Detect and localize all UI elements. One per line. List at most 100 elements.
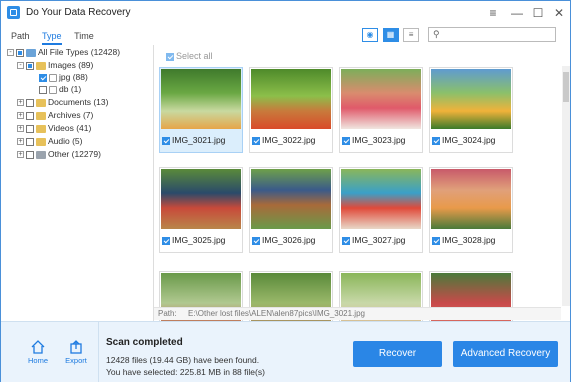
found-count: 12428 files (19.44 GB) have been found. [106, 355, 260, 365]
title-bar: Do Your Data Recovery ≡ — ☐ ✕ [1, 1, 570, 27]
search-input[interactable] [445, 29, 553, 40]
path-value: E:\Other lost files\ALEN\alen87pics\IMG_… [188, 309, 365, 318]
checkbox[interactable] [162, 236, 170, 245]
app-title: Do Your Data Recovery [26, 7, 131, 18]
photo-thumbnail [431, 69, 511, 129]
scrollbar-thumb[interactable] [563, 72, 569, 102]
expand-icon[interactable]: + [17, 112, 24, 120]
thumbnail-item[interactable]: IMG_3026.jpg [249, 167, 333, 253]
photo-thumbnail [251, 169, 331, 229]
tree-item-label: Images (89) [48, 60, 94, 70]
tree-item-label: Videos (41) [48, 123, 92, 133]
checkbox[interactable] [26, 98, 34, 107]
tree-item-label: db (1) [59, 84, 82, 94]
menu-icon[interactable]: ≡ [484, 5, 502, 21]
tree-item-db[interactable]: db (1) [39, 84, 81, 96]
list-view-icon[interactable]: ≡ [403, 28, 420, 42]
computer-icon [26, 48, 36, 57]
thumbnail-item[interactable]: IMG_3024.jpg [429, 67, 513, 153]
tree-item-all[interactable]: - All File Types (12428) [7, 47, 120, 59]
checkbox[interactable] [39, 73, 47, 82]
file-name: IMG_3022.jpg [262, 135, 316, 145]
thumbnail-item[interactable]: IMG_3028.jpg [429, 167, 513, 253]
search-box[interactable]: ⚲ [428, 27, 556, 42]
expand-icon[interactable]: + [17, 125, 24, 133]
folder-icon [36, 150, 46, 159]
thumbnail-caption: IMG_3021.jpg [162, 135, 225, 145]
checkbox[interactable] [39, 85, 47, 94]
tab-time[interactable]: Time [74, 31, 94, 43]
collapse-icon[interactable]: - [17, 62, 24, 70]
checkbox[interactable] [26, 61, 34, 70]
tab-type[interactable]: Type [42, 31, 62, 45]
view-tabs: Path Type Time [11, 31, 104, 45]
checkbox[interactable] [26, 111, 34, 120]
export-button[interactable]: Export [61, 340, 91, 365]
checkbox[interactable] [432, 236, 440, 245]
tree-item-other[interactable]: + Other (12279) [17, 149, 101, 161]
thumbnail-item[interactable]: IMG_3023.jpg [339, 67, 423, 153]
grid-scrollbar[interactable] [562, 66, 570, 306]
checkbox[interactable] [342, 236, 350, 245]
tree-item-label: Other (12279) [48, 149, 101, 159]
checkbox[interactable] [252, 236, 260, 245]
home-button[interactable]: Home [23, 340, 53, 365]
divider [98, 322, 99, 382]
advanced-recovery-button[interactable]: Advanced Recovery [453, 341, 558, 367]
close-button[interactable]: ✕ [550, 5, 568, 21]
collapse-icon[interactable]: - [7, 49, 14, 57]
expand-icon[interactable]: + [17, 138, 24, 146]
file-name: IMG_3023.jpg [352, 135, 406, 145]
expand-icon[interactable]: + [17, 99, 24, 107]
tree-item-documents[interactable]: + Documents (13) [17, 97, 108, 109]
file-name: IMG_3021.jpg [172, 135, 226, 145]
maximize-button[interactable]: ☐ [529, 5, 547, 21]
home-icon [31, 340, 45, 354]
thumbnail-item[interactable]: IMG_3021.jpg [159, 67, 243, 153]
tree-item-label: All File Types (12428) [38, 47, 121, 57]
checkbox[interactable] [16, 48, 24, 57]
home-label: Home [27, 356, 48, 365]
file-name: IMG_3028.jpg [442, 235, 496, 245]
recover-button[interactable]: Recover [353, 341, 442, 367]
selected-count: You have selected: 225.81 MB in 88 file(… [106, 367, 265, 377]
minimize-button[interactable]: — [508, 5, 526, 21]
photo-thumbnail [341, 169, 421, 229]
tree-item-images[interactable]: - Images (89) [17, 60, 93, 72]
checkbox[interactable] [252, 136, 260, 145]
checkbox[interactable] [432, 136, 440, 145]
thumbnail-caption: IMG_3028.jpg [432, 235, 495, 245]
expand-icon[interactable]: + [17, 151, 24, 159]
checkbox[interactable] [162, 136, 170, 145]
view-mode-buttons: ◉ ▦ ≡ [362, 28, 421, 42]
checkbox[interactable] [26, 124, 34, 133]
bottom-panel: Home Export Scan completed 12428 files (… [1, 321, 570, 382]
file-type-tree: - All File Types (12428) - Images (89) jpg… [1, 45, 154, 321]
checkbox[interactable] [166, 52, 174, 61]
export-label: Export [65, 356, 87, 365]
thumbnail-item[interactable]: IMG_3025.jpg [159, 167, 243, 253]
tree-item-archives[interactable]: + Archives (7) [17, 110, 93, 122]
folder-icon [36, 124, 46, 133]
select-all[interactable]: Select all [166, 51, 213, 61]
checkbox[interactable] [342, 136, 350, 145]
thumbnail-caption: IMG_3027.jpg [342, 235, 405, 245]
thumbnail-item[interactable]: IMG_3022.jpg [249, 67, 333, 153]
checkbox[interactable] [26, 137, 34, 146]
status-title: Scan completed [106, 337, 183, 348]
search-icon: ⚲ [433, 29, 440, 39]
app-logo-icon [7, 6, 20, 19]
tree-item-jpg[interactable]: jpg (88) [39, 72, 88, 84]
tree-item-label: Archives (7) [48, 110, 94, 120]
preview-eye-icon[interactable]: ◉ [362, 28, 378, 42]
tab-path[interactable]: Path [11, 31, 30, 43]
tree-item-videos[interactable]: + Videos (41) [17, 123, 91, 135]
thumbnail-caption: IMG_3022.jpg [252, 135, 315, 145]
thumbnail-item[interactable]: IMG_3027.jpg [339, 167, 423, 253]
checkbox[interactable] [26, 150, 34, 159]
grid-view-icon[interactable]: ▦ [382, 28, 399, 42]
file-name: IMG_3026.jpg [262, 235, 316, 245]
file-name: IMG_3027.jpg [352, 235, 406, 245]
thumbnail-grid: Select all IMG_3021.jpg IMG_3022.jpg IMG… [154, 45, 561, 321]
tree-item-audio[interactable]: + Audio (5) [17, 136, 83, 148]
